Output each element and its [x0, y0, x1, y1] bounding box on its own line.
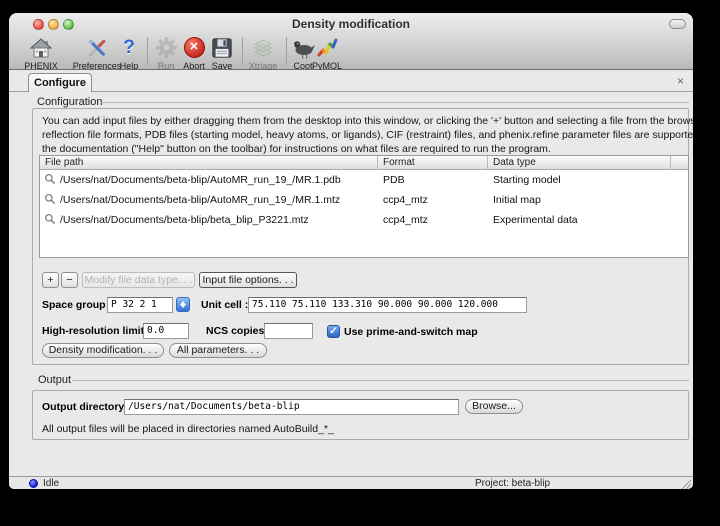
space-group-label: Space group : — [42, 297, 112, 313]
format-cell: ccp4_mtz — [378, 214, 488, 226]
help-text-line: the documentation ("Help" button on the … — [42, 143, 551, 155]
window-title: Density modification — [9, 17, 693, 31]
high-resolution-limit-label: High-resolution limit : — [42, 323, 151, 339]
table-row[interactable]: /Users/nat/Documents/beta-blip/AutoMR_ru… — [40, 190, 688, 210]
density-modification-button[interactable]: Density modification. . . — [42, 343, 164, 358]
magnifier-icon — [44, 193, 56, 208]
checkmark-icon: ✓ — [329, 326, 337, 337]
project-label: Project: beta-blip — [475, 477, 550, 489]
use-prime-and-switch-label: Use prime-and-switch map — [344, 324, 478, 340]
format-cell: ccp4_mtz — [378, 194, 488, 206]
configuration-section-title: Configuration — [37, 96, 102, 108]
title-bar: Density modification PHENIX — [9, 13, 693, 70]
tabbar-divider — [9, 91, 693, 92]
output-note: All output files will be placed in direc… — [42, 423, 334, 435]
column-header-file-path: File path — [40, 156, 378, 169]
configuration-panel: You can add input files by either draggi… — [32, 108, 689, 365]
output-directory-label: Output directory : — [42, 399, 131, 415]
question-mark-icon: ? — [123, 37, 135, 59]
space-group-field[interactable]: P 32 2 1 — [107, 297, 173, 313]
tab-label: Configure — [34, 77, 86, 89]
status-text: Idle — [43, 477, 59, 489]
file-path-cell: /Users/nat/Documents/beta-blip/AutoMR_ru… — [60, 194, 340, 206]
section-divider — [101, 102, 689, 103]
resize-grip[interactable] — [679, 477, 692, 489]
help-text-line: You can add input files by either draggi… — [42, 115, 693, 127]
column-header-extra — [671, 156, 688, 169]
tab-configure[interactable]: Configure — [28, 73, 92, 92]
status-dot-icon — [29, 479, 38, 488]
space-group-stepper[interactable] — [176, 297, 190, 312]
table-row[interactable]: /Users/nat/Documents/beta-blip/beta_blip… — [40, 210, 688, 230]
pymol-ribbon-icon — [302, 35, 352, 60]
unit-cell-label: Unit cell : — [201, 297, 248, 313]
toolbar-pymol-button[interactable]: PyMOL — [302, 35, 352, 71]
output-panel: Output directory : /Users/nat/Documents/… — [32, 390, 689, 440]
app-window: Density modification PHENIX — [9, 13, 693, 489]
toolbar-phenix-button[interactable]: PHENIX — [16, 35, 66, 71]
content-area: Configure × Configuration You can add in… — [9, 70, 693, 476]
unit-cell-field[interactable]: 75.110 75.110 133.310 90.000 90.000 120.… — [248, 297, 527, 313]
remove-file-button[interactable]: − — [61, 272, 78, 288]
add-file-button[interactable]: + — [42, 272, 59, 288]
tab-close-icon[interactable]: × — [677, 74, 684, 88]
output-directory-field[interactable]: /Users/nat/Documents/beta-blip — [124, 399, 459, 415]
data-type-cell: Experimental data — [488, 214, 671, 226]
modify-file-data-type-button[interactable]: Modify file data type. . . — [82, 272, 195, 288]
stepper-down-icon — [180, 304, 186, 308]
data-type-cell: Starting model — [488, 174, 671, 186]
ncs-copies-label: NCS copies : — [206, 323, 271, 339]
table-row[interactable]: /Users/nat/Documents/beta-blip/AutoMR_ru… — [40, 170, 688, 190]
input-file-options-button[interactable]: Input file options. . . — [199, 272, 297, 288]
use-prime-and-switch-checkbox[interactable]: ✓ — [327, 325, 340, 338]
table-header-row: File path Format Data type — [40, 156, 688, 170]
browse-button[interactable]: Browse... — [465, 399, 523, 414]
house-icon — [16, 35, 66, 60]
file-path-cell: /Users/nat/Documents/beta-blip/beta_blip… — [60, 214, 309, 226]
all-parameters-button[interactable]: All parameters. . . — [169, 343, 267, 358]
input-files-table[interactable]: File path Format Data type /Users/nat/Do… — [39, 155, 689, 258]
section-divider — [72, 380, 689, 381]
magnifier-icon — [44, 213, 56, 228]
data-type-cell: Initial map — [488, 194, 671, 206]
status-bar: Idle Project: beta-blip — [9, 476, 693, 489]
toolbar-toggle-pill-button[interactable] — [669, 19, 686, 29]
format-cell: PDB — [378, 174, 488, 186]
column-header-data-type: Data type — [488, 156, 671, 169]
column-header-format: Format — [378, 156, 488, 169]
magnifier-icon — [44, 173, 56, 188]
ncs-copies-field[interactable] — [264, 323, 313, 339]
output-section-title: Output — [38, 374, 71, 386]
file-path-cell: /Users/nat/Documents/beta-blip/AutoMR_ru… — [60, 174, 341, 186]
high-resolution-limit-field[interactable]: 0.0 — [143, 323, 189, 339]
help-text-line: reflection file formats, PDB files (star… — [42, 129, 693, 141]
